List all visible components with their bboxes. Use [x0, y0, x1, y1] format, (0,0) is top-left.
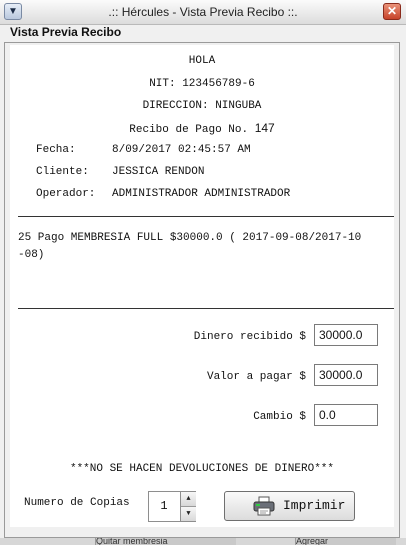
- operador-value: ADMINISTRADOR ADMINISTRADOR: [112, 188, 291, 200]
- copias-label: Numero de Copias: [24, 497, 130, 509]
- dinero-recibido-field[interactable]: 30000.0: [314, 324, 378, 346]
- receipt-address: DIRECCION: NINGUBA: [142, 100, 262, 112]
- title-bar: ▼ .:: Hércules - Vista Previa Recibo ::.…: [0, 0, 406, 25]
- taskbar-strip: Quitar membresia Agregar: [0, 538, 406, 545]
- receipt-number-label: Recibo de Pago No.: [129, 124, 249, 136]
- fecha-label: Fecha:: [36, 144, 76, 156]
- cambio-field[interactable]: 0.0: [314, 404, 378, 426]
- footer-notice: ***NO SE HACEN DEVOLUCIONES DE DINERO***: [69, 463, 335, 475]
- cliente-label: Cliente:: [36, 166, 89, 178]
- receipt-number-value: 147: [254, 121, 275, 135]
- taskbar-item[interactable]: Quitar membresia: [95, 538, 236, 545]
- copias-value[interactable]: 1: [149, 492, 179, 521]
- spinner-up-icon[interactable]: ▲: [181, 492, 196, 507]
- cliente-value: JESSICA RENDON: [112, 166, 205, 178]
- close-icon[interactable]: ✕: [383, 3, 401, 20]
- spinner-buttons: ▲ ▼: [180, 492, 196, 521]
- spinner-down-icon[interactable]: ▼: [181, 507, 196, 521]
- receipt-greeting: HOLA: [188, 55, 216, 67]
- copias-spinner[interactable]: 1 ▲ ▼: [148, 491, 196, 522]
- print-button-label: Imprimir: [283, 498, 346, 513]
- print-button[interactable]: Imprimir: [224, 491, 355, 521]
- operador-label: Operador:: [36, 188, 96, 200]
- cambio-label: Cambio $: [253, 411, 306, 423]
- item-line: 25 Pago MEMBRESIA FULL $30000.0 ( 2017-0…: [18, 232, 362, 244]
- divider: [18, 308, 394, 309]
- receipt-number-line: Recibo de Pago No. 147: [10, 121, 394, 136]
- panel-title: Vista Previa Recibo: [10, 25, 122, 39]
- valor-label: Valor a pagar $: [206, 371, 306, 383]
- window-title: .:: Hércules - Vista Previa Recibo ::.: [108, 5, 298, 19]
- valor-a-pagar-field[interactable]: 30000.0: [314, 364, 378, 386]
- taskbar-item[interactable]: Agregar: [295, 538, 396, 545]
- printer-icon: [253, 496, 275, 516]
- divider: [18, 216, 394, 217]
- dinero-label: Dinero recibido $: [193, 331, 306, 343]
- receipt-preview: HOLA NIT: 123456789-6 DIRECCION: NINGUBA…: [10, 45, 394, 527]
- fecha-value: 8/09/2017 02:45:57 AM: [112, 144, 251, 156]
- receipt-nit: NIT: 123456789-6: [149, 78, 255, 90]
- item-line-continued: -08): [18, 249, 45, 261]
